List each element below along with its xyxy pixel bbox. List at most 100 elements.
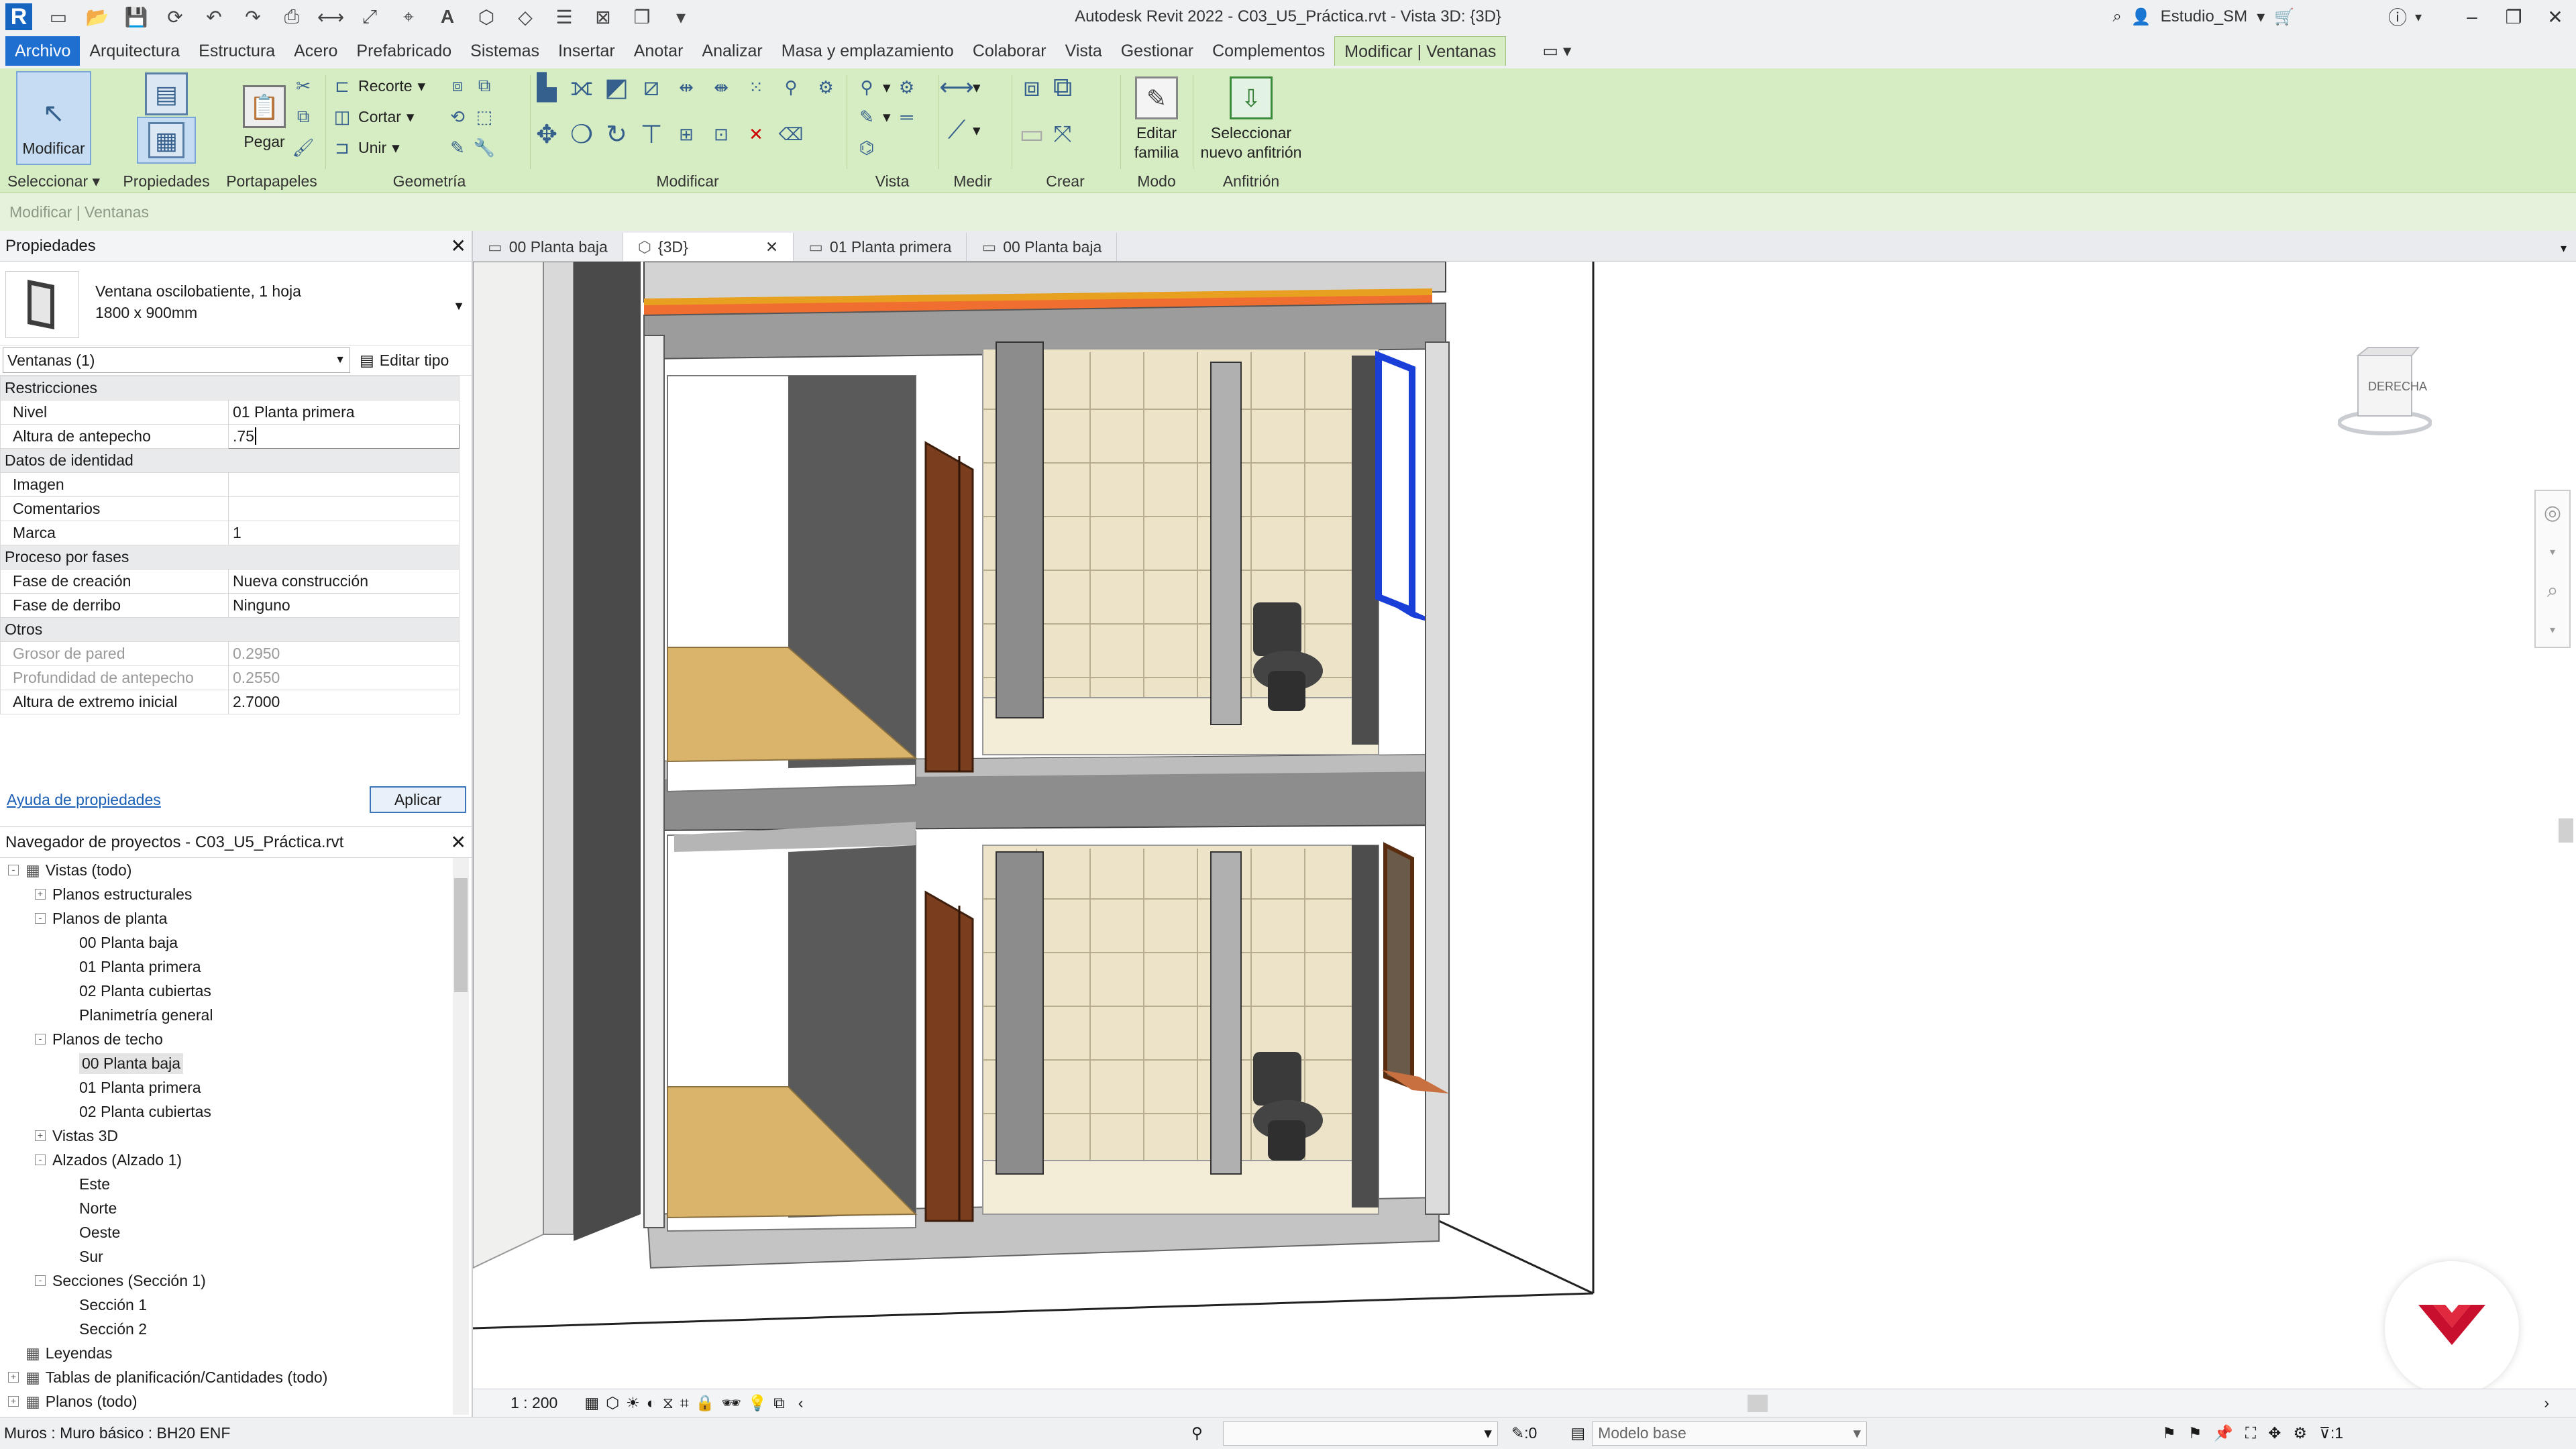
- view-cube-face[interactable]: DERECHA: [2368, 380, 2427, 394]
- property-value[interactable]: 01 Planta primera: [228, 400, 460, 425]
- browser-node[interactable]: + Vistas 3D: [0, 1124, 449, 1148]
- horizontal-scrollbar[interactable]: [1748, 1395, 1768, 1412]
- group-row[interactable]: Proceso por fases: [0, 545, 460, 570]
- view-cube[interactable]: DERECHA: [2337, 342, 2432, 436]
- select-pinned-icon[interactable]: 📌: [2214, 1424, 2233, 1442]
- collapse-icon[interactable]: -: [8, 865, 19, 875]
- dimension-icon[interactable]: ⤢: [357, 4, 382, 30]
- redo-icon[interactable]: ↷: [240, 4, 266, 30]
- thin-lines-icon[interactable]: ☰: [551, 4, 577, 30]
- tab-vista[interactable]: Vista: [1056, 36, 1112, 66]
- select-face-icon[interactable]: ⛶: [2245, 1424, 2256, 1442]
- close-icon[interactable]: ✕: [765, 238, 778, 256]
- browser-node[interactable]: 01 Planta primera: [0, 1075, 449, 1099]
- group-row[interactable]: Otros: [0, 617, 460, 642]
- viewport-scroll-thumb[interactable]: [2559, 818, 2573, 843]
- view-tab[interactable]: ▭ 00 Planta baja: [473, 233, 623, 261]
- browser-node[interactable]: - Alzados (Alzado 1): [0, 1148, 449, 1172]
- expand-icon[interactable]: +: [8, 1396, 19, 1407]
- tab-arquitectura[interactable]: Arquitectura: [80, 36, 189, 66]
- customize-icon[interactable]: ▾: [668, 4, 694, 30]
- switch-windows-icon[interactable]: ❐: [629, 4, 655, 30]
- property-value[interactable]: [228, 472, 460, 497]
- help-area[interactable]: ⓘ ▾: [2388, 0, 2422, 34]
- design-options-icon[interactable]: ▤: [1570, 1424, 1585, 1442]
- property-value[interactable]: Ninguno: [228, 593, 460, 618]
- create-tools-row2[interactable]: ▭ ⤧: [1019, 119, 1073, 149]
- minimize-icon[interactable]: –: [2451, 0, 2493, 34]
- temp-hide-icon[interactable]: 🕶: [721, 1394, 741, 1412]
- browser-node[interactable]: + Planos estructurales: [0, 882, 449, 906]
- browser-node[interactable]: Este: [0, 1172, 449, 1196]
- edit-family-button[interactable]: ✎ Editar familia: [1122, 72, 1191, 162]
- property-value[interactable]: 1: [228, 521, 460, 545]
- scissors-icon[interactable]: ✂: [292, 71, 314, 101]
- cutg-button[interactable]: ◫ Cortar ▾: [331, 102, 415, 131]
- chevron-down-icon[interactable]: ▾: [2415, 9, 2422, 25]
- view-scale[interactable]: 1 : 200: [511, 1394, 557, 1412]
- geometry-tools-row3[interactable]: ✎ 🔧: [447, 133, 495, 162]
- browser-node[interactable]: Sección 1: [0, 1293, 449, 1317]
- visual-style-icon[interactable]: ⬡: [606, 1394, 619, 1412]
- sync-icon[interactable]: ⟳: [162, 4, 188, 30]
- collapse-icon[interactable]: -: [35, 1275, 46, 1286]
- scrollbar-thumb[interactable]: [454, 878, 468, 992]
- apply-button[interactable]: Aplicar: [370, 786, 466, 813]
- measure-icon[interactable]: ⟷: [317, 4, 344, 30]
- property-value[interactable]: 2.7000: [228, 690, 460, 714]
- modify-tools-row2[interactable]: ✥ ❍ ↻ ⊤ ⊞ ⊡ ✕ ⌫: [536, 119, 803, 149]
- measure-between-icon[interactable]: ⟷ ▾: [939, 72, 980, 102]
- expand-icon[interactable]: +: [35, 1130, 46, 1141]
- linework-icon[interactable]: ⌬: [856, 133, 877, 162]
- select-links-icon[interactable]: ⚑: [2162, 1424, 2176, 1442]
- drag-elements-icon[interactable]: ✥: [2268, 1424, 2281, 1442]
- tab-modificar-ventanas[interactable]: Modificar | Ventanas: [1334, 36, 1507, 66]
- close-hidden-icon[interactable]: ⊠: [590, 4, 616, 30]
- browser-node[interactable]: - Secciones (Sección 1): [0, 1269, 449, 1293]
- hide-element-icon[interactable]: ⚲ ▾ ⚙: [856, 72, 918, 102]
- tab-sistemas[interactable]: Sistemas: [461, 36, 549, 66]
- paste-button[interactable]: 📋 Pegar: [231, 71, 298, 152]
- view-tab[interactable]: ▭ 00 Planta baja: [967, 233, 1118, 261]
- browser-node[interactable]: 01 Planta primera: [0, 955, 449, 979]
- design-option-select[interactable]: Modelo base ▾: [1592, 1421, 1868, 1446]
- property-value[interactable]: Nueva construcción: [228, 569, 460, 594]
- panel-toggle-icon[interactable]: ▭ ▾: [1533, 36, 1580, 66]
- tab-archivo[interactable]: Archivo: [5, 36, 80, 66]
- create-tools-row1[interactable]: ⧈ ⧉: [1021, 72, 1073, 102]
- browser-node[interactable]: + ▦ Planos (todo): [0, 1389, 449, 1413]
- tab-estructura[interactable]: Estructura: [189, 36, 284, 66]
- detail-level-icon[interactable]: ▦: [584, 1394, 599, 1412]
- view-tab[interactable]: ▭ 01 Planta primera: [794, 233, 967, 261]
- browser-node[interactable]: Planimetría general: [0, 1003, 449, 1027]
- section-icon[interactable]: ◇: [513, 4, 538, 30]
- collapse-icon[interactable]: -: [35, 1155, 46, 1165]
- chevron-down-icon[interactable]: ▾: [2550, 545, 2555, 559]
- tab-gestionar[interactable]: Gestionar: [1112, 36, 1203, 66]
- tab-acero[interactable]: Acero: [284, 36, 347, 66]
- browser-scrollbar[interactable]: [453, 858, 469, 1415]
- cut-geometry-button[interactable]: ⊏ Recorte ▾: [331, 71, 425, 101]
- geometry-tools-row1[interactable]: ⧈ ⧉: [447, 71, 495, 101]
- zoom-icon[interactable]: ⌕: [2547, 580, 2559, 602]
- properties-button[interactable]: ▦: [137, 117, 196, 164]
- match-icon[interactable]: 🖌: [292, 133, 315, 162]
- tag-icon[interactable]: ⌖: [396, 4, 421, 30]
- chevron-left-icon[interactable]: ‹: [798, 1394, 804, 1412]
- workset-select[interactable]: ▾: [1222, 1421, 1498, 1446]
- browser-node[interactable]: + ▦ Tablas de planificación/Cantidades (to…: [0, 1365, 449, 1389]
- browser-node[interactable]: - Planos de techo: [0, 1027, 449, 1051]
- browser-node[interactable]: Norte: [0, 1196, 449, 1220]
- tab-analizar[interactable]: Analizar: [692, 36, 771, 66]
- view-tabs-overflow-icon[interactable]: ▾: [2561, 241, 2567, 256]
- browser-node[interactable]: Oeste: [0, 1220, 449, 1244]
- instance-filter-select[interactable]: Ventanas (1) ▼: [3, 347, 350, 373]
- sun-path-icon[interactable]: ☀: [626, 1394, 640, 1412]
- type-selector[interactable]: Ventana oscilobatiente, 1 hoja 1800 x 90…: [0, 262, 472, 345]
- background-process-icon[interactable]: ⚙: [2293, 1424, 2307, 1442]
- collapse-icon[interactable]: -: [35, 1034, 46, 1044]
- type-properties-button[interactable]: ▤: [133, 72, 200, 119]
- reveal-hidden-icon[interactable]: 💡: [748, 1394, 767, 1412]
- collapse-icon[interactable]: -: [35, 913, 46, 924]
- cart-icon[interactable]: 🛒: [2274, 7, 2294, 27]
